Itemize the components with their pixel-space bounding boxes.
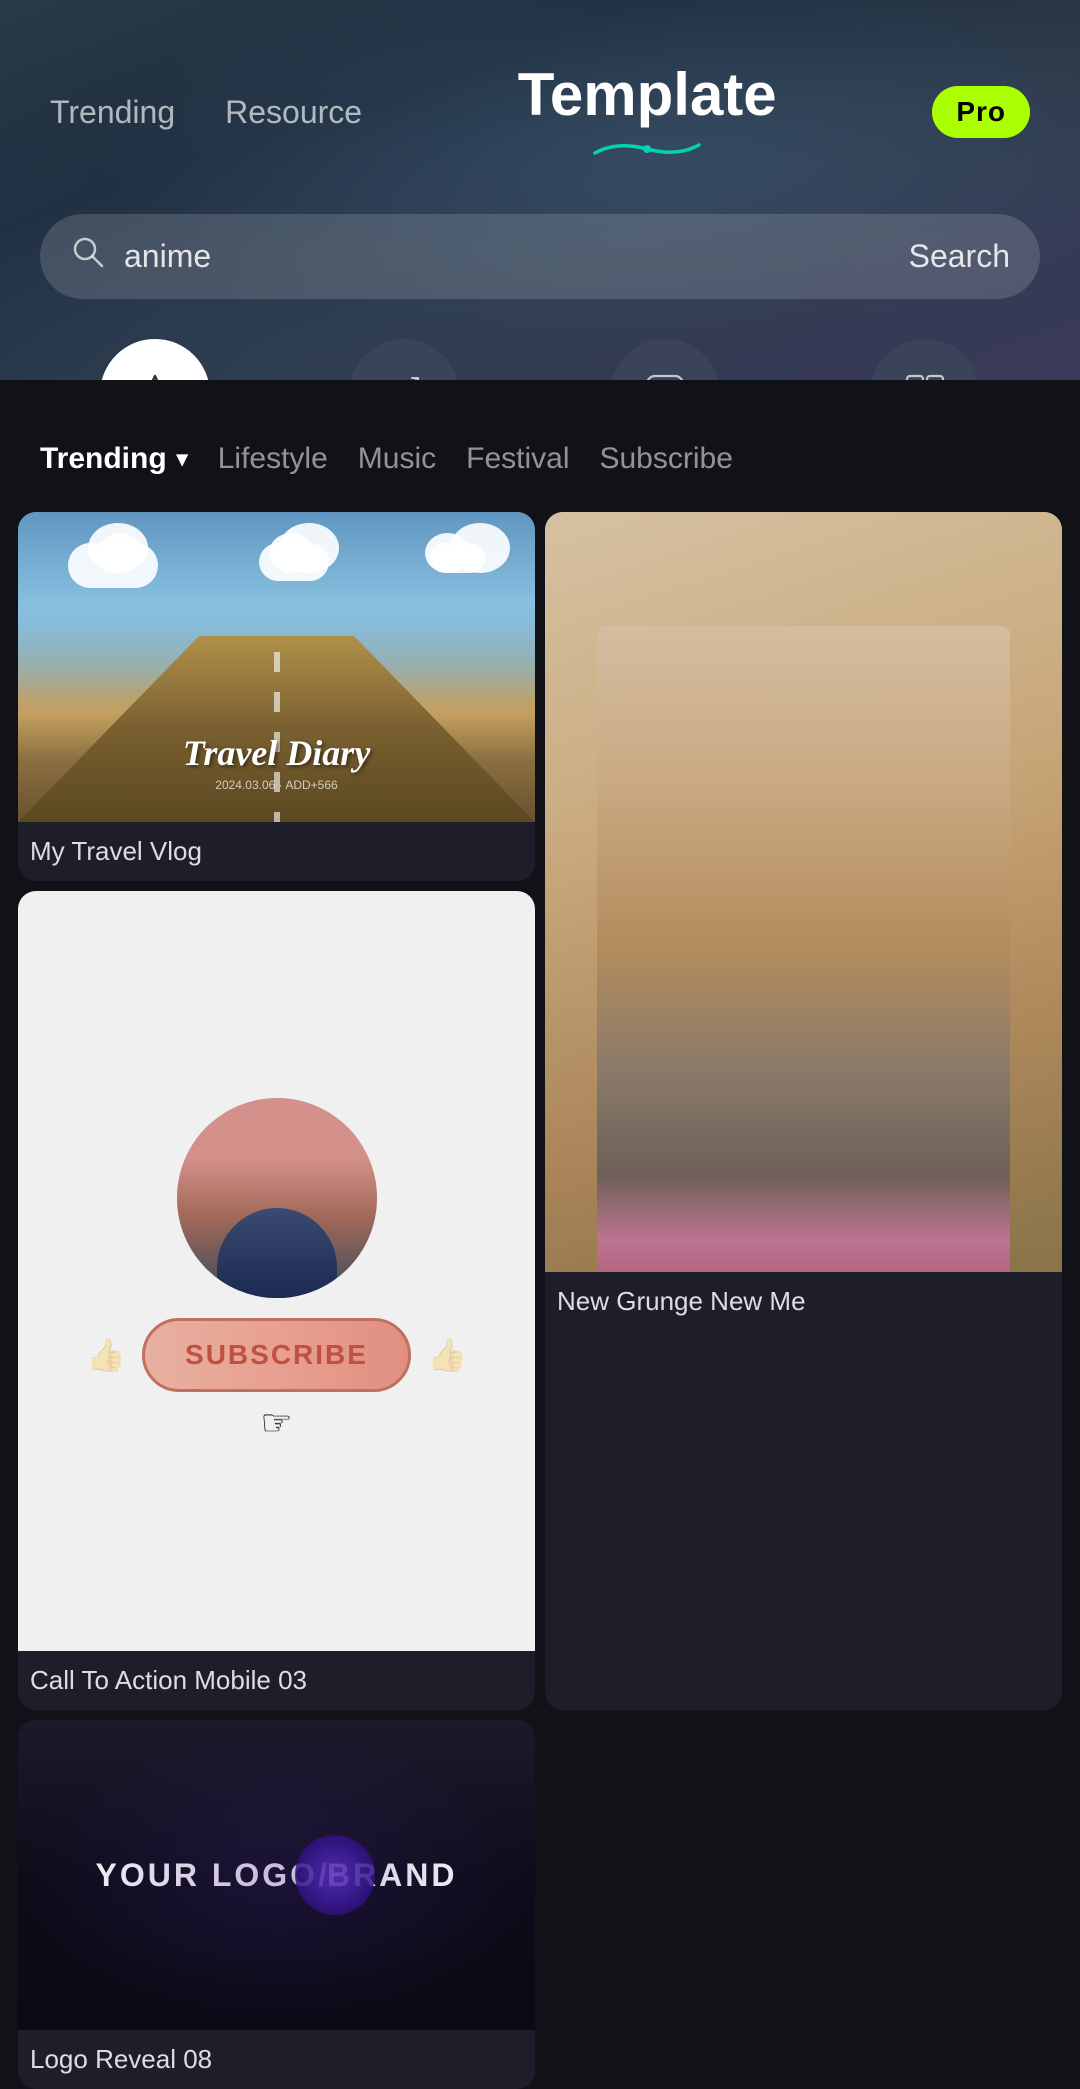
pointer-triangle (88, 380, 132, 406)
tab-music[interactable]: Music (358, 442, 466, 476)
page-title-container: Template (518, 60, 777, 164)
pointer-indicator (0, 380, 1080, 406)
search-bar: anime Search (40, 214, 1040, 299)
ai-template-icon-circle (610, 339, 720, 380)
cloud-2 (259, 543, 329, 581)
call-to-action-title: Call To Action Mobile 03 (18, 1651, 535, 1710)
search-button[interactable]: Search (909, 238, 1010, 275)
trending-dropdown-arrow[interactable]: ▾ (177, 446, 188, 472)
cloud-group (18, 543, 535, 588)
tab-festival[interactable]: Festival (466, 442, 599, 476)
cursor-hand-icon: ☞ (260, 1402, 292, 1444)
logo-reveal-title: Logo Reveal 08 (18, 2030, 535, 2089)
search-icon (70, 234, 106, 279)
logo-glow (18, 1720, 535, 2030)
tab-subscribe[interactable]: Subscribe (599, 442, 762, 476)
template-grid: Travel Diary 2024.03.06 · ADD+566 My Tra… (0, 512, 1080, 2089)
business-icon-circle (349, 339, 459, 380)
category-business[interactable]: Business (349, 339, 459, 380)
template-card-call-to-action[interactable]: 👍 SUBSCRIBE 👍 ☞ Call To Action Mobile 03 (18, 891, 535, 1710)
category-ai-template[interactable]: AI template (599, 339, 731, 380)
subscribe-button-text: SUBSCRIBE (142, 1318, 411, 1392)
call-to-action-thumbnail: 👍 SUBSCRIBE 👍 ☞ (18, 891, 535, 1651)
subscribe-button-area: 👍 SUBSCRIBE 👍 (86, 1318, 467, 1392)
template-card-logo-reveal[interactable]: YOUR LOGO / BRAND Logo Reveal 08 (18, 1720, 535, 2089)
nav-trending[interactable]: Trending (50, 94, 175, 131)
travel-vlog-overlay-title: Travel Diary (183, 732, 371, 774)
like-icon-left: 👍 (86, 1336, 126, 1374)
logo-orb (295, 1835, 375, 1915)
like-icon-right: 👍 (427, 1336, 467, 1374)
travel-vlog-thumbnail: Travel Diary 2024.03.06 · ADD+566 (18, 512, 535, 822)
travel-text-overlay: Travel Diary 2024.03.06 · ADD+566 (183, 732, 371, 792)
nav-links: Trending Resource (50, 94, 362, 131)
new-grunge-title: New Grunge New Me (545, 1272, 1062, 1331)
template-card-new-grunge[interactable]: New Grunge New Me (545, 512, 1062, 1710)
template-card-travel-vlog[interactable]: Travel Diary 2024.03.06 · ADD+566 My Tra… (18, 512, 535, 881)
category-for-you[interactable]: For You (100, 339, 210, 380)
title-underline (518, 137, 777, 164)
travel-vlog-title: My Travel Vlog (18, 822, 535, 881)
grunge-overlay (545, 512, 1062, 1272)
tab-lifestyle[interactable]: Lifestyle (218, 442, 358, 476)
nav-resource[interactable]: Resource (225, 94, 362, 131)
avatar-person (177, 1098, 377, 1298)
travel-vlog-overlay-subtitle: 2024.03.06 · ADD+566 (183, 778, 371, 792)
new-grunge-thumbnail (545, 512, 1062, 1272)
category-other[interactable]: Other (870, 339, 980, 380)
other-icon-circle (870, 339, 980, 380)
cloud-1 (68, 543, 158, 588)
subscribe-avatar (177, 1098, 377, 1298)
page-title: Template (518, 60, 777, 129)
pro-badge[interactable]: Pro (932, 86, 1030, 138)
top-navigation: Trending Resource Template Pro (0, 0, 1080, 194)
cloud-3 (430, 543, 485, 573)
main-content: Trending ▾ Lifestyle Music Festival Subs… (0, 406, 1080, 2089)
logo-reveal-thumbnail: YOUR LOGO / BRAND (18, 1720, 535, 2030)
filter-tabs-row: Trending ▾ Lifestyle Music Festival Subs… (0, 406, 1080, 512)
search-area: anime Search (0, 194, 1080, 319)
for-you-icon-circle (100, 339, 210, 380)
tab-trending[interactable]: Trending ▾ (40, 442, 218, 476)
header-background: Trending Resource Template Pro (0, 0, 1080, 380)
search-input-value[interactable]: anime (124, 238, 891, 275)
categories-row: For You Business (0, 319, 1080, 380)
